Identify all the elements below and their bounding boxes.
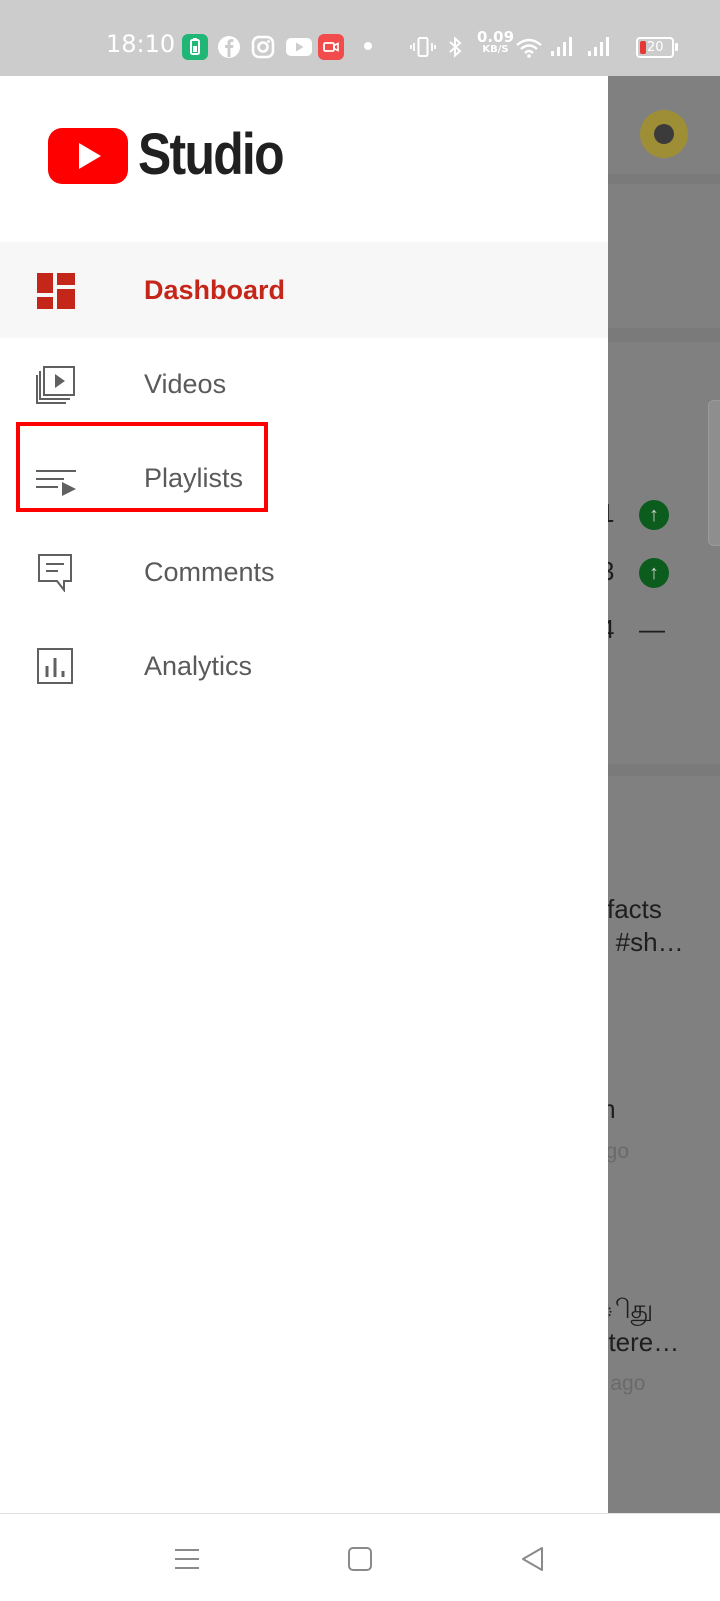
battery-saver-icon bbox=[182, 34, 208, 60]
scrollbar[interactable] bbox=[708, 400, 720, 546]
nav-label: Dashboard bbox=[144, 275, 286, 305]
youtube-icon bbox=[284, 34, 314, 60]
comments-icon bbox=[36, 554, 76, 593]
video-meta: ago bbox=[608, 1140, 630, 1163]
signal-icon bbox=[586, 34, 612, 60]
stat-value: 4 bbox=[608, 614, 614, 645]
divider bbox=[608, 764, 720, 776]
menu-icon[interactable] bbox=[172, 1544, 202, 1574]
logo-text: Studio bbox=[138, 122, 285, 187]
system-nav-bar bbox=[0, 1513, 720, 1601]
bluetooth-icon bbox=[442, 34, 468, 60]
status-bar: 18:10 0.09 KB/S 20 bbox=[0, 0, 720, 76]
wifi-icon bbox=[514, 34, 544, 60]
video-meta: s ago bbox=[608, 1372, 646, 1395]
facebook-icon bbox=[216, 34, 242, 60]
divider bbox=[608, 328, 720, 342]
nav-item-dashboard[interactable]: Dashboard bbox=[0, 242, 608, 338]
video-title[interactable]: ntere… bbox=[608, 1327, 679, 1358]
video-title[interactable]: m bbox=[608, 1094, 616, 1125]
scrim-overlay[interactable]: 1 ↑ 3 ↑ 4 — l facts n #sh… o m ago ிது n… bbox=[608, 76, 720, 1513]
navigation-drawer: Studio Dashboard Videos Playlists Commen… bbox=[0, 76, 608, 1513]
arrow-up-icon: ↑ bbox=[639, 558, 669, 588]
battery-level: 20 bbox=[647, 40, 664, 55]
avatar[interactable] bbox=[640, 110, 688, 158]
battery-icon: 20 bbox=[636, 37, 678, 58]
trend-neutral: — bbox=[639, 614, 665, 644]
nav-label: Comments bbox=[144, 557, 275, 587]
videos-highlight-box bbox=[16, 422, 268, 512]
youtube-play-icon bbox=[48, 128, 128, 184]
nav-label: Analytics bbox=[144, 651, 253, 681]
divider bbox=[608, 174, 720, 184]
video-title[interactable]: n #sh… bbox=[608, 927, 684, 958]
arrow-up-icon: ↑ bbox=[639, 500, 669, 530]
videos-icon bbox=[36, 366, 76, 404]
video-title[interactable]: l facts bbox=[608, 894, 662, 925]
analytics-icon bbox=[36, 648, 76, 686]
network-speed: 0.09 KB/S bbox=[477, 28, 515, 56]
screen-recorder-icon bbox=[318, 34, 344, 60]
nav-item-analytics[interactable]: Analytics bbox=[0, 618, 608, 714]
nav-item-comments[interactable]: Comments bbox=[0, 524, 608, 620]
status-time: 18:10 bbox=[106, 30, 176, 58]
back-icon[interactable] bbox=[518, 1544, 548, 1574]
nav-item-videos[interactable]: Videos bbox=[0, 336, 608, 432]
nav-label: Videos bbox=[144, 369, 227, 399]
stat-value: 3 bbox=[608, 556, 614, 587]
dashboard-icon bbox=[36, 272, 76, 310]
signal-icon bbox=[549, 34, 575, 60]
dot-icon bbox=[364, 42, 372, 50]
instagram-icon bbox=[250, 34, 276, 60]
home-icon[interactable] bbox=[345, 1544, 375, 1574]
stat-value: 1 bbox=[608, 498, 614, 529]
vibrate-icon bbox=[410, 34, 436, 60]
video-title[interactable]: ிது bbox=[608, 1294, 653, 1328]
